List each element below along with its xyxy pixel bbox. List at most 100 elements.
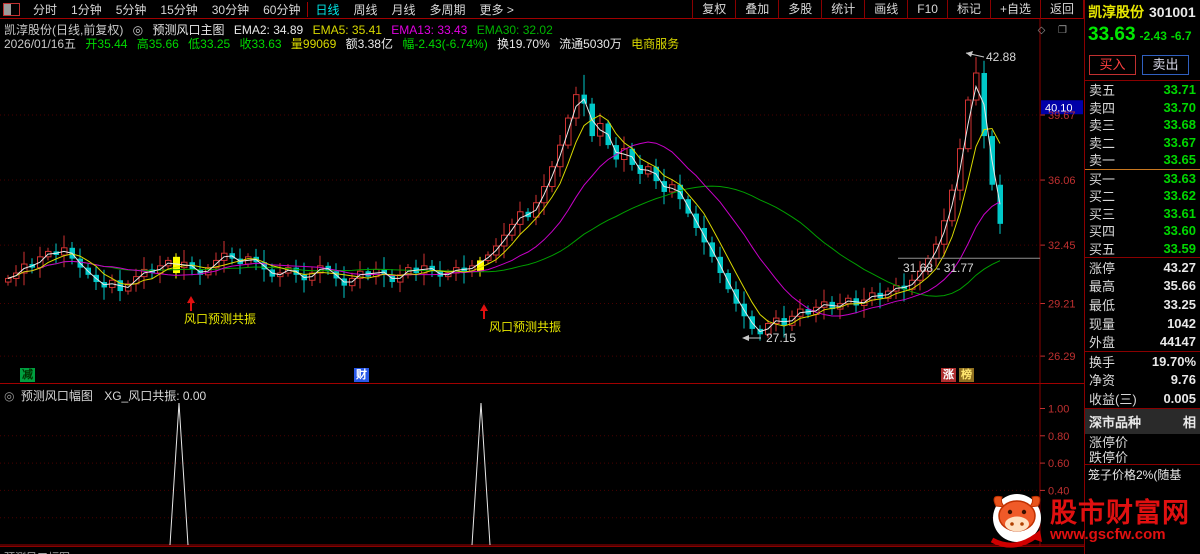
svg-text:风口预测共振: 风口预测共振	[184, 312, 256, 326]
market-type-row[interactable]: 深市品种 相	[1085, 408, 1200, 434]
svg-text:27.15: 27.15	[766, 331, 796, 345]
bid-row-5[interactable]: 买五 33.59	[1085, 240, 1200, 258]
info-high: 高35.66	[136, 37, 179, 51]
watermark-site-name: 股市财富网	[1050, 497, 1190, 528]
sub-indicator-name: 预测风口幅图	[20, 389, 93, 403]
svg-text:42.88: 42.88	[986, 50, 1016, 64]
stat-current-volume: 现量 1042	[1089, 315, 1196, 332]
sub-indicator-value: XG_风口共振: 0.00	[104, 389, 207, 403]
bid-row-4[interactable]: 买四 33.60	[1085, 222, 1200, 240]
limit-down-price-row: 跌停价	[1089, 449, 1129, 465]
tab-60min[interactable]: 60分钟	[256, 1, 307, 18]
toolbar-right-group: 复权 叠加 多股 统计 画线 F10 标记 +自选 返回	[692, 0, 1084, 19]
sell-button[interactable]: 卖出	[1142, 54, 1189, 75]
button-overlay[interactable]: 叠加	[735, 0, 778, 19]
bid-row-2[interactable]: 买二 33.62	[1085, 187, 1200, 205]
tab-5min[interactable]: 5分钟	[109, 1, 154, 18]
info-float: 流通5030万	[559, 37, 622, 51]
chart-corner-icons[interactable]: ◇ ❐	[1038, 25, 1072, 36]
bid-row-3[interactable]: 买三 33.61	[1085, 205, 1200, 223]
stat-limit-up: 涨停 43.27	[1089, 259, 1196, 276]
event-badge-财[interactable]: 财	[354, 368, 369, 382]
svg-text:26.29: 26.29	[1048, 351, 1076, 363]
sub-chart-header: ◎ 预测风口幅图 XG_风口共振: 0.00	[4, 387, 206, 404]
tab-fenshi[interactable]: 分时	[26, 1, 64, 18]
tab-more[interactable]: 更多 >	[473, 1, 521, 18]
trading-app-window: 分时 1分钟 5分钟 15分钟 30分钟 60分钟 日线 周线 月线 多周期 更…	[0, 0, 1200, 554]
site-watermark: 股市财富网 www.gscfw.com	[984, 488, 1198, 554]
tab-15min[interactable]: 15分钟	[153, 1, 204, 18]
svg-text:0.80: 0.80	[1048, 431, 1069, 443]
cage-price-row: 笼子价格2%(随基	[1088, 467, 1182, 482]
tab-weekly[interactable]: 周线	[346, 1, 384, 18]
main-chart-pane: 40.10 39.67 36.06 32.45 29.21 26.29 42.88 31.68…	[0, 19, 1084, 384]
svg-text:0.60: 0.60	[1048, 458, 1069, 470]
main-candlestick-chart[interactable]: 40.1039.6736.0632.4529.2126.2942.8831.68…	[0, 19, 1084, 384]
button-back[interactable]: 返回	[1039, 0, 1084, 19]
layout-icon[interactable]	[3, 2, 20, 16]
info-low: 低33.25	[188, 37, 231, 51]
bid-row-1[interactable]: 买一 33.63	[1085, 170, 1200, 188]
stat-eps: 收益(三) 0.005	[1089, 390, 1196, 407]
info-sector[interactable]: 电商服务	[631, 37, 679, 51]
price-change-pct: -6.7	[1170, 29, 1192, 43]
stat-outer-volume: 外盘 44147	[1089, 334, 1196, 351]
svg-text:32.45: 32.45	[1048, 240, 1076, 252]
tab-1min[interactable]: 1分钟	[64, 1, 109, 18]
button-f10[interactable]: F10	[907, 0, 947, 19]
tab-daily[interactable]: 日线	[308, 1, 346, 18]
watermark-url: www.gscfw.com	[1050, 526, 1166, 544]
sub-dropdown-icon[interactable]: ◎	[4, 389, 14, 403]
period-toolbar: 分时 1分钟 5分钟 15分钟 30分钟 60分钟 日线 周线 月线 多周期 更…	[0, 0, 1084, 19]
info-range: 幅-2.43(-6.74%)	[402, 37, 488, 51]
info-volume: 量99069	[290, 37, 337, 51]
ask-row-5[interactable]: 卖五 33.71	[1085, 81, 1200, 99]
buy-button[interactable]: 买入	[1089, 54, 1136, 75]
button-fuquan[interactable]: 复权	[692, 0, 735, 19]
svg-text:31.68 - 31.77: 31.68 - 31.77	[903, 261, 974, 275]
button-mark[interactable]: 标记	[946, 0, 990, 19]
ask-row-2[interactable]: 卖二 33.67	[1085, 134, 1200, 152]
price-change: -2.43	[1139, 29, 1167, 43]
stat-net-assets: 净资 9.76	[1089, 372, 1196, 389]
stock-name: 凯淳股份	[1088, 4, 1144, 20]
tab-30min[interactable]: 30分钟	[205, 1, 256, 18]
svg-text:29.21: 29.21	[1048, 298, 1076, 310]
info-date: 2026/01/16五	[4, 37, 77, 51]
svg-text:36.06: 36.06	[1048, 175, 1076, 187]
last-price: 33.63	[1088, 24, 1136, 45]
ask-row-1[interactable]: 卖一 33.65	[1085, 151, 1200, 169]
bull-logo-icon	[990, 494, 1042, 548]
sub-indicator-chart[interactable]: 1.000.800.600.40	[0, 384, 1084, 546]
order-buttons: 买入 卖出	[1085, 49, 1200, 80]
svg-text:风口预测共振: 风口预测共振	[489, 320, 561, 334]
price-row: 33.63 -2.43 -6.7	[1085, 24, 1200, 49]
svg-text:39.67: 39.67	[1048, 110, 1076, 122]
sub-indicator-pane: 1.00 0.80 0.60 0.40 ◎ 预测风口幅图 XG_风口共振: 0.00	[0, 384, 1084, 546]
event-badge-榜[interactable]: 榜	[959, 368, 974, 382]
button-stats[interactable]: 统计	[821, 0, 864, 19]
stock-code: 301001	[1149, 4, 1196, 20]
ask-row-4[interactable]: 卖四 33.70	[1085, 99, 1200, 117]
info-turnover: 换19.70%	[497, 37, 550, 51]
svg-text:1.00: 1.00	[1048, 404, 1069, 416]
info-amount: 额3.38亿	[345, 37, 393, 51]
chart-info-line: 2026/01/16五 开35.44 高35.66 低33.25 收33.63 …	[4, 35, 685, 52]
button-multistock[interactable]: 多股	[778, 0, 821, 19]
stat-low: 最低 33.25	[1089, 296, 1196, 313]
watermark-text: 股市财富网 www.gscfw.com	[1050, 499, 1190, 543]
stat-turnover: 换手 19.70%	[1089, 353, 1196, 370]
tab-monthly[interactable]: 月线	[385, 1, 423, 18]
stock-header: 凯淳股份 301001	[1085, 0, 1200, 24]
tab-multi-period[interactable]: 多周期	[423, 1, 473, 18]
info-close: 收33.63	[239, 37, 282, 51]
event-badge-减[interactable]: 减	[20, 368, 35, 382]
info-open: 开35.44	[85, 37, 128, 51]
ask-row-3[interactable]: 卖三 33.68	[1085, 116, 1200, 134]
button-add-watchlist[interactable]: +自选	[989, 0, 1040, 19]
stat-high: 最高 35.66	[1089, 278, 1196, 295]
quote-panel: 凯淳股份 301001 33.63 -2.43 -6.7 买入 卖出 卖五 33…	[1084, 0, 1200, 554]
event-badge-涨[interactable]: 涨	[941, 368, 956, 382]
clipped-pane-header: 预测风口幅图	[0, 546, 1084, 554]
button-drawline[interactable]: 画线	[864, 0, 907, 19]
